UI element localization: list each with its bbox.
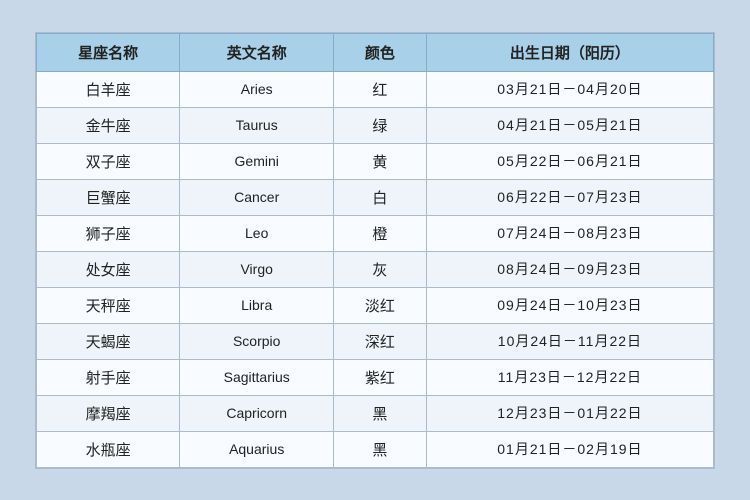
cell-date: 12月23日－01月22日 — [426, 395, 713, 431]
cell-date: 08月24日－09月23日 — [426, 251, 713, 287]
cell-chinese-name: 处女座 — [37, 251, 180, 287]
cell-date: 09月24日－10月23日 — [426, 287, 713, 323]
cell-english-name: Aries — [180, 71, 334, 107]
header-english-name: 英文名称 — [180, 33, 334, 71]
cell-date: 03月21日－04月20日 — [426, 71, 713, 107]
cell-chinese-name: 天蝎座 — [37, 323, 180, 359]
zodiac-table-container: 星座名称 英文名称 颜色 出生日期（阳历） 白羊座Aries红03月21日－04… — [35, 32, 715, 469]
header-chinese-name: 星座名称 — [37, 33, 180, 71]
cell-chinese-name: 摩羯座 — [37, 395, 180, 431]
cell-color: 淡红 — [334, 287, 427, 323]
cell-date: 07月24日－08月23日 — [426, 215, 713, 251]
cell-chinese-name: 狮子座 — [37, 215, 180, 251]
cell-date: 05月22日－06月21日 — [426, 143, 713, 179]
table-row: 处女座Virgo灰08月24日－09月23日 — [37, 251, 714, 287]
table-row: 天秤座Libra淡红09月24日－10月23日 — [37, 287, 714, 323]
cell-english-name: Virgo — [180, 251, 334, 287]
table-row: 天蝎座Scorpio深红10月24日－11月22日 — [37, 323, 714, 359]
cell-color: 红 — [334, 71, 427, 107]
table-row: 水瓶座Aquarius黑01月21日－02月19日 — [37, 431, 714, 467]
table-row: 金牛座Taurus绿04月21日－05月21日 — [37, 107, 714, 143]
table-row: 巨蟹座Cancer白06月22日－07月23日 — [37, 179, 714, 215]
cell-english-name: Libra — [180, 287, 334, 323]
cell-date: 11月23日－12月22日 — [426, 359, 713, 395]
cell-color: 黑 — [334, 431, 427, 467]
cell-chinese-name: 白羊座 — [37, 71, 180, 107]
cell-color: 紫红 — [334, 359, 427, 395]
cell-chinese-name: 双子座 — [37, 143, 180, 179]
cell-chinese-name: 巨蟹座 — [37, 179, 180, 215]
cell-english-name: Scorpio — [180, 323, 334, 359]
cell-color: 白 — [334, 179, 427, 215]
header-color: 颜色 — [334, 33, 427, 71]
cell-color: 深红 — [334, 323, 427, 359]
table-row: 狮子座Leo橙07月24日－08月23日 — [37, 215, 714, 251]
cell-color: 黑 — [334, 395, 427, 431]
cell-date: 06月22日－07月23日 — [426, 179, 713, 215]
table-row: 射手座Sagittarius紫红11月23日－12月22日 — [37, 359, 714, 395]
zodiac-table: 星座名称 英文名称 颜色 出生日期（阳历） 白羊座Aries红03月21日－04… — [36, 33, 714, 468]
cell-date: 04月21日－05月21日 — [426, 107, 713, 143]
cell-color: 橙 — [334, 215, 427, 251]
cell-english-name: Cancer — [180, 179, 334, 215]
cell-english-name: Aquarius — [180, 431, 334, 467]
table-row: 白羊座Aries红03月21日－04月20日 — [37, 71, 714, 107]
cell-chinese-name: 水瓶座 — [37, 431, 180, 467]
cell-english-name: Taurus — [180, 107, 334, 143]
cell-color: 绿 — [334, 107, 427, 143]
cell-chinese-name: 天秤座 — [37, 287, 180, 323]
table-row: 双子座Gemini黄05月22日－06月21日 — [37, 143, 714, 179]
table-body: 白羊座Aries红03月21日－04月20日金牛座Taurus绿04月21日－0… — [37, 71, 714, 467]
cell-date: 10月24日－11月22日 — [426, 323, 713, 359]
cell-english-name: Sagittarius — [180, 359, 334, 395]
header-birthdate: 出生日期（阳历） — [426, 33, 713, 71]
table-row: 摩羯座Capricorn黑12月23日－01月22日 — [37, 395, 714, 431]
cell-chinese-name: 射手座 — [37, 359, 180, 395]
cell-english-name: Leo — [180, 215, 334, 251]
cell-color: 灰 — [334, 251, 427, 287]
cell-english-name: Capricorn — [180, 395, 334, 431]
cell-english-name: Gemini — [180, 143, 334, 179]
cell-date: 01月21日－02月19日 — [426, 431, 713, 467]
cell-color: 黄 — [334, 143, 427, 179]
cell-chinese-name: 金牛座 — [37, 107, 180, 143]
table-header-row: 星座名称 英文名称 颜色 出生日期（阳历） — [37, 33, 714, 71]
